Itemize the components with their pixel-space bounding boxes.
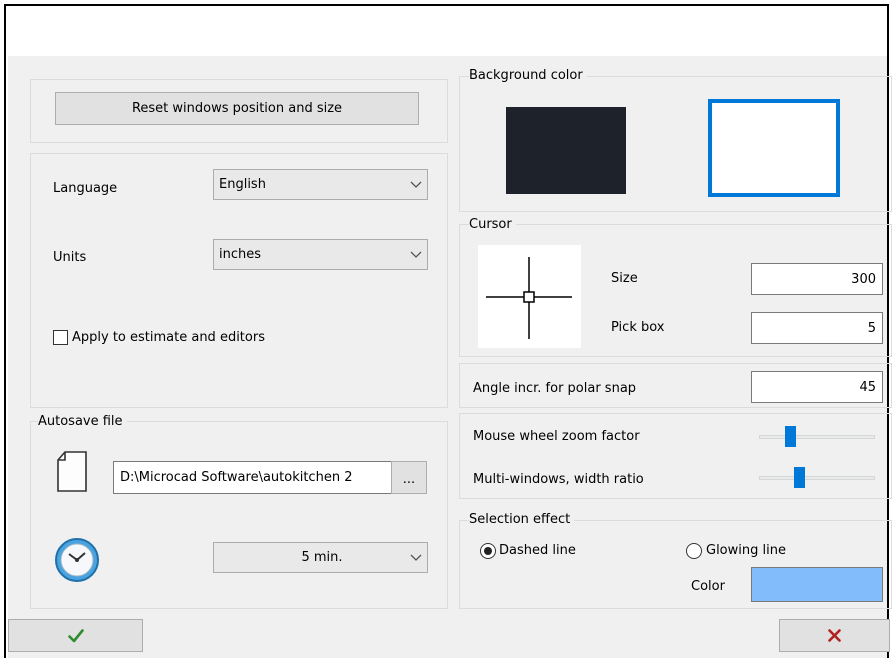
units-label: Units [53,250,87,265]
light-background-swatch[interactable] [708,99,840,197]
pickbox-label: Pick box [611,320,665,335]
dashed-line-label: Dashed line [499,543,576,558]
autosave-title: Autosave file [38,414,127,429]
units-value: inches [219,247,262,262]
selection-effect-title: Selection effect [469,512,575,527]
selection-color-label: Color [691,579,725,594]
autosave-interval-value: 5 min. [301,550,343,565]
zoom-factor-thumb[interactable] [785,426,797,447]
dark-background-swatch[interactable] [506,107,626,194]
cursor-size-label: Size [611,271,638,286]
width-ratio-track[interactable] [759,476,875,480]
dashed-line-radio[interactable] [480,543,496,559]
browse-button[interactable]: ... [391,461,427,494]
dialog-client-area: Reset windows position and size Language… [8,56,892,658]
cursor-title: Cursor [469,217,516,232]
background-color-title: Background color [469,68,587,83]
file-icon [55,450,89,498]
selection-color-swatch[interactable] [751,567,883,602]
glowing-line-radio[interactable] [686,543,702,559]
zoom-factor-track[interactable] [759,435,875,439]
cursor-preview [478,245,581,348]
glowing-line-label: Glowing line [706,543,786,558]
zoom-factor-label: Mouse wheel zoom factor [473,429,640,444]
chevron-down-icon [405,170,427,199]
apply-checkbox[interactable] [53,330,68,345]
crosshair-icon [486,257,572,339]
chevron-down-icon [405,240,427,269]
polar-snap-input[interactable]: 45 [751,371,883,403]
units-select[interactable]: inches [213,239,428,270]
autosave-interval-select[interactable]: 5 min. [213,542,428,573]
cursor-size-input[interactable]: 300 [751,263,883,295]
language-value: English [219,177,266,192]
autosave-path-input[interactable]: D:\Microcad Software\autokitchen 2 [113,461,392,494]
language-label: Language [53,181,118,196]
ok-button[interactable] [8,619,143,652]
language-select[interactable]: English [213,169,428,200]
width-ratio-thumb[interactable] [793,467,805,488]
cancel-button[interactable] [779,619,890,652]
clock-icon [54,537,100,587]
polar-snap-label: Angle incr. for polar snap [473,381,637,396]
width-ratio-label: Multi-windows, width ratio [473,472,644,487]
pickbox-input[interactable]: 5 [751,312,883,344]
settings-dialog: Reset windows position and size Language… [4,4,892,658]
reset-windows-button[interactable]: Reset windows position and size [55,92,419,125]
chevron-down-icon [405,543,427,572]
x-icon [828,629,841,642]
check-icon [67,628,84,642]
apply-label: Apply to estimate and editors [72,330,265,345]
